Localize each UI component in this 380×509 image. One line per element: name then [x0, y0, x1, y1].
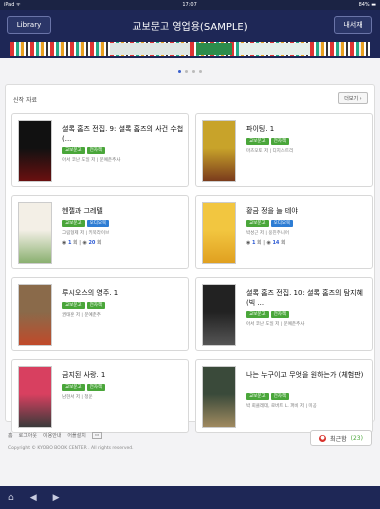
- pager-dot[interactable]: [192, 70, 195, 73]
- book-meta: 박 회클레데, 로버트 L. 퍼비 저 | 미공: [246, 404, 317, 409]
- book-title[interactable]: 나는 누구이고 무엇을 원하는가 (체험판): [246, 370, 368, 380]
- book-tag: 교보문고: [246, 138, 269, 145]
- more-button[interactable]: 더보기 ›: [338, 92, 368, 104]
- book-card[interactable]: 금지된 사랑. 1 교보문고 전자책 남현서 저 | 청운: [11, 359, 189, 433]
- book-card[interactable]: 파이팅. 1 교보문고 전자책 마츠모토 저 | 디지스트리: [195, 113, 373, 187]
- status-time: 17:07: [182, 2, 197, 8]
- count-a: 1: [67, 240, 72, 246]
- banner-image-panel: [240, 43, 310, 55]
- book-title[interactable]: 금지된 사랑. 1: [62, 370, 184, 380]
- book-card[interactable]: 셜록 홈즈 전집. 9: 셜록 홈즈의 사건 수첩 (... 교보문고 전자책 …: [11, 113, 189, 187]
- bottom-toolbar: ⌂ ◀ ▶: [0, 486, 380, 509]
- book-cover[interactable]: [202, 366, 236, 428]
- book-tag: 교보문고: [62, 384, 85, 391]
- recent-button[interactable]: ● 최근함 (23): [310, 430, 372, 446]
- banner-pager[interactable]: [0, 70, 380, 73]
- book-tag: 전자책: [270, 393, 289, 400]
- pager-dot-active[interactable]: [178, 70, 181, 73]
- book-card[interactable]: 셜록 홈즈 전집. 10: 셜록 홈즈의 탐지혜 (빅 ... 교보문고 전자책…: [195, 277, 373, 351]
- book-tag: 교보문고: [246, 220, 269, 227]
- book-counts: ◉ 1 회 | ◉ 14 회: [246, 240, 286, 246]
- book-tags: 교보문고 전자책: [62, 147, 105, 154]
- count-b: 14: [272, 240, 280, 246]
- book-tags: 교보문고 전자책: [246, 393, 289, 400]
- pager-dot[interactable]: [199, 70, 202, 73]
- book-counts: ◉ 1 회 | ◉ 20 회: [62, 240, 102, 246]
- library-button[interactable]: Library: [7, 16, 51, 34]
- recent-icon: ●: [319, 434, 327, 442]
- footer-link-home[interactable]: 홈: [8, 432, 13, 439]
- book-title[interactable]: 셜록 홈즈 전집. 9: 셜록 홈즈의 사건 수첩 (...: [62, 124, 184, 144]
- footer-link-logout[interactable]: 로그아웃: [19, 432, 37, 439]
- book-meta: 남현서 저 | 청운: [62, 395, 93, 400]
- book-tags: 교보문고 전자책: [246, 138, 289, 145]
- book-cover[interactable]: [18, 366, 52, 428]
- book-card[interactable]: 헨젤과 그레텔 교보문고 오디오북 그림형제 저 | 키북라이브 ◉ 1 회 |…: [11, 195, 189, 269]
- home-icon[interactable]: ⌂: [8, 493, 14, 503]
- book-title[interactable]: 파이팅. 1: [246, 124, 368, 134]
- my-library-button[interactable]: 내서재: [334, 16, 372, 34]
- book-title[interactable]: 셜록 홈즈 전집. 10: 셜록 홈즈의 탐지혜 (빅 ...: [246, 288, 368, 308]
- book-card[interactable]: 루시오스의 영주. 1 교보문고 전자책 권태훈 저 | 문예춘추: [11, 277, 189, 351]
- footer-box-icon[interactable]: ▭: [91, 432, 103, 439]
- device-label: iPad ᯤ: [4, 2, 21, 8]
- section-title: 신작 자료: [13, 97, 37, 104]
- book-tags: 교보문고 전자책: [62, 384, 105, 391]
- book-title[interactable]: 헨젤과 그레텔: [62, 206, 184, 216]
- book-tags: 교보문고 전자책: [62, 302, 105, 309]
- copyright: Copyright © KYOBO BOOK CENTER . All righ…: [8, 446, 134, 451]
- pager-dot[interactable]: [185, 70, 188, 73]
- banner-image: [10, 42, 370, 56]
- book-tag: 교보문고: [62, 147, 85, 154]
- new-arrivals-panel: 신작 자료 더보기 › 셜록 홈즈 전집. 9: 셜록 홈즈의 사건 수첩 (.…: [5, 84, 375, 433]
- banner-image-panel: [110, 43, 190, 55]
- book-cover[interactable]: [202, 120, 236, 182]
- banner-image-panel: [196, 43, 232, 55]
- book-cover[interactable]: [18, 284, 52, 346]
- recent-label: 최근함: [330, 435, 347, 443]
- book-meta: 마츠모토 저 | 디지스트리: [246, 149, 294, 154]
- book-tag: 전자책: [86, 302, 105, 309]
- forward-icon[interactable]: ▶: [53, 493, 60, 503]
- footer-links: 홈 로그아웃 이용안내 어플설치 ▭: [8, 432, 103, 439]
- book-cover[interactable]: [202, 284, 236, 346]
- book-card[interactable]: 나는 누구이고 무엇을 원하는가 (체험판) 교보문고 전자책 박 회클레데, …: [195, 359, 373, 433]
- book-meta: 권태훈 저 | 문예춘추: [62, 313, 101, 318]
- count-a: 1: [251, 240, 256, 246]
- book-tag: 오디오북: [270, 220, 294, 227]
- book-tag: 전자책: [270, 311, 289, 318]
- book-tags: 교보문고 오디오북: [246, 220, 294, 227]
- book-cover[interactable]: [18, 202, 52, 264]
- book-meta: 아서 코난 도일 저 | 문예춘추사: [246, 322, 305, 327]
- page-title: 교보문고 영업용(SAMPLE): [132, 21, 248, 33]
- status-bar: iPad ᯤ 17:07 84% ▬: [0, 0, 380, 10]
- top-navbar: Library 교보문고 영업용(SAMPLE) 내서재: [0, 10, 380, 40]
- book-cover[interactable]: [18, 120, 52, 182]
- footer-link-app-install[interactable]: 어플설치: [67, 432, 85, 439]
- promo-banner[interactable]: [0, 40, 380, 58]
- book-title[interactable]: 황금 정을 늘 테야: [246, 206, 368, 216]
- book-tag: 오디오북: [86, 220, 110, 227]
- book-card[interactable]: 황금 정을 늘 테야 교보문고 오디오북 박성근 저 | 웅진주니어 ◉ 1 회…: [195, 195, 373, 269]
- book-tag: 교보문고: [246, 393, 269, 400]
- back-icon[interactable]: ◀: [30, 493, 37, 503]
- book-meta: 아서 코난 도일 저 | 문예춘추사: [62, 158, 121, 163]
- book-title[interactable]: 루시오스의 영주. 1: [62, 288, 184, 298]
- book-cover[interactable]: [202, 202, 236, 264]
- book-tag: 전자책: [86, 147, 105, 154]
- book-meta: 그림형제 저 | 키북라이브: [62, 231, 110, 236]
- book-tag: 교보문고: [62, 220, 85, 227]
- recent-count: (23): [350, 434, 363, 442]
- book-tags: 교보문고 전자책: [246, 311, 289, 318]
- footer-link-guide[interactable]: 이용안내: [43, 432, 61, 439]
- battery-indicator: 84% ▬: [358, 2, 376, 8]
- count-b: 20: [88, 240, 96, 246]
- footer: 홈 로그아웃 이용안내 어플설치 ▭ Copyright © KYOBO BOO…: [0, 426, 380, 486]
- book-tag: 전자책: [270, 138, 289, 145]
- book-tag: 교보문고: [246, 311, 269, 318]
- book-tags: 교보문고 오디오북: [62, 220, 110, 227]
- book-tag: 전자책: [86, 384, 105, 391]
- book-tag: 교보문고: [62, 302, 85, 309]
- book-meta: 박성근 저 | 웅진주니어: [246, 231, 290, 236]
